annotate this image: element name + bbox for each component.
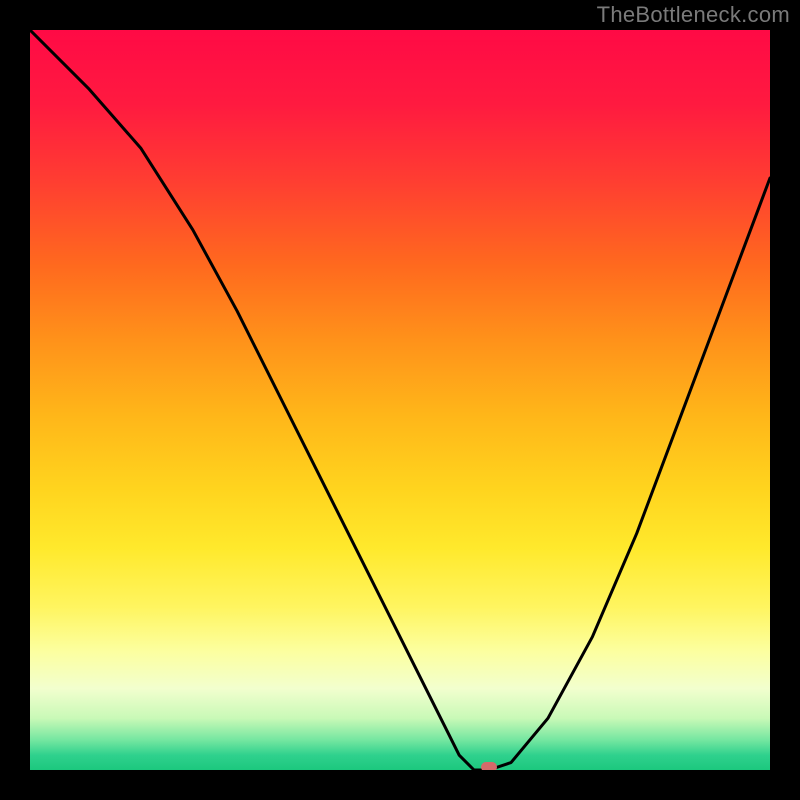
watermark-label: TheBottleneck.com (597, 2, 790, 28)
bottleneck-curve-svg (30, 30, 770, 770)
optimal-point-marker (481, 762, 497, 770)
plot-area (30, 30, 770, 770)
bottleneck-curve-path (30, 30, 770, 770)
chart-container: TheBottleneck.com (0, 0, 800, 800)
